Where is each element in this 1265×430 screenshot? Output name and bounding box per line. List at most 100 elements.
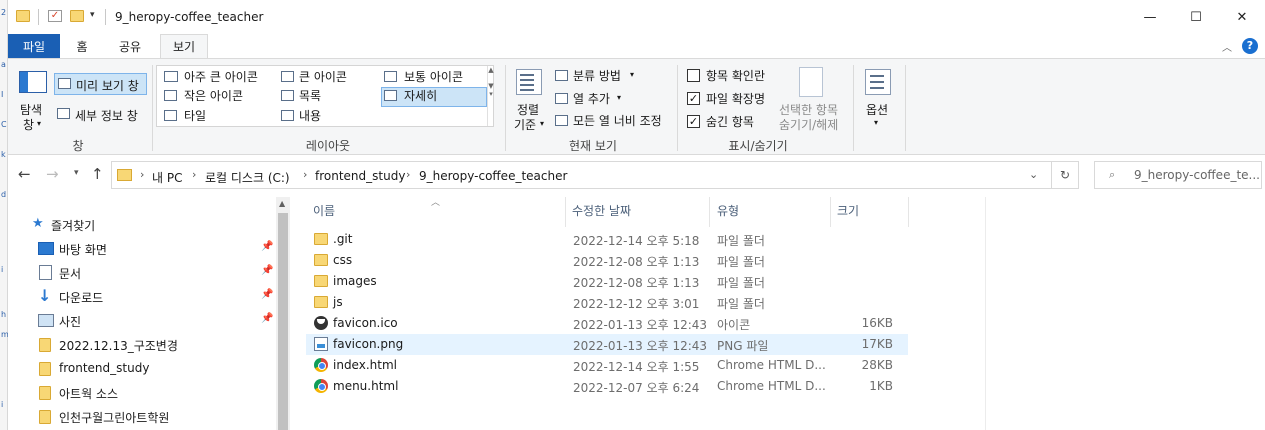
layout-extra-large-icons[interactable]: 아주 큰 아이콘 [184,68,258,85]
sort-by-label-2[interactable]: 기준 [514,116,536,133]
navigation-pane-icon[interactable] [19,71,47,93]
chevron-right-icon[interactable]: › [140,168,144,181]
content-icon [281,110,294,121]
column-header-name[interactable]: 이름 [313,202,335,219]
file-row[interactable]: .git 2022-12-14 오후 5:18 파일 폴더 [306,229,908,250]
nav-pane-scrollbar[interactable]: ▲ [276,197,290,430]
column-header-size[interactable]: 크기 [837,202,859,219]
layout-medium-icons[interactable]: 보통 아이콘 [404,68,463,85]
file-row[interactable]: css 2022-12-08 오후 1:13 파일 폴더 [306,250,908,271]
add-columns-icon [555,93,568,104]
item-checkboxes-checkbox[interactable] [687,69,700,82]
file-row[interactable]: index.html 2022-12-14 오후 1:55 Chrome HTM… [306,355,908,376]
file-extensions-label[interactable]: 파일 확장명 [706,90,765,107]
layout-details[interactable]: 자세히 [404,87,437,104]
options-icon[interactable] [865,69,891,95]
nav-quick-access[interactable]: ★ 즐겨찾기 [8,213,278,237]
chevron-right-icon[interactable]: › [303,168,307,181]
nav-item-downloads[interactable]: ↓ 다운로드 📌 [8,285,278,309]
nav-item-documents[interactable]: 문서 📌 [8,261,278,285]
file-row[interactable]: favicon.ico 2022-01-13 오후 12:43 아이콘 16KB [306,313,908,334]
chevron-right-icon[interactable]: › [406,168,410,181]
chevron-down-icon[interactable]: ▾ [37,119,41,128]
forward-arrow-icon[interactable]: → [46,165,59,183]
column-header-date[interactable]: 수정한 날짜 [572,202,631,219]
pin-icon[interactable]: 📌 [261,313,273,324]
maximize-button[interactable]: ☐ [1173,0,1219,34]
file-row-selected[interactable]: favicon.png 2022-01-13 오후 12:43 PNG 파일 1… [306,334,908,355]
refresh-button[interactable]: ↻ [1051,161,1079,189]
tiles-icon [164,110,177,121]
chevron-right-icon[interactable]: › [192,168,196,181]
options-button[interactable]: 옵션 [866,101,888,118]
file-row[interactable]: images 2022-12-08 오후 1:13 파일 폴더 [306,271,908,292]
hide-selected-label-2[interactable]: 숨기기/해제 [779,116,838,133]
up-arrow-icon[interactable]: ↑ [91,165,104,183]
hidden-items-checkbox[interactable]: ✓ [687,115,700,128]
new-folder-icon[interactable] [70,10,84,22]
properties-icon[interactable]: ✓ [48,10,62,22]
layout-large-icons[interactable]: 큰 아이콘 [299,68,347,85]
help-icon[interactable]: ? [1242,38,1258,54]
pin-icon[interactable]: 📌 [261,241,273,252]
tab-share[interactable]: 공유 [106,34,154,58]
layout-tiles[interactable]: 타일 [184,107,206,124]
navigation-pane-label-2[interactable]: 창 [23,116,34,133]
gallery-scroll[interactable]: ▲ ▼ ▾ [487,66,494,126]
layout-list[interactable]: 목록 [299,87,321,104]
file-size: 17KB [861,337,893,351]
close-button[interactable]: ✕ [1219,0,1265,34]
hide-selected-icon[interactable] [799,67,823,97]
tab-home[interactable]: 홈 [64,34,100,58]
collapse-ribbon-icon[interactable]: ︿ [1222,39,1232,54]
file-name: css [333,253,353,267]
scrollbar-thumb[interactable] [278,213,288,430]
details-pane-button[interactable]: 세부 정보 창 [54,103,147,125]
column-divider[interactable] [565,197,566,227]
nav-item-pictures[interactable]: 사진 📌 [8,309,278,333]
file-name: js [333,295,343,309]
tab-view[interactable]: 보기 [160,34,208,58]
pin-icon[interactable]: 📌 [261,265,273,276]
breadcrumb-local-disk[interactable]: 로컬 디스크 (C:) [205,169,290,186]
column-divider[interactable] [908,197,909,227]
file-row[interactable]: menu.html 2022-12-07 오후 6:24 Chrome HTML… [306,376,908,397]
preview-pane-button[interactable]: 미리 보기 창 [54,73,147,95]
scroll-up-icon[interactable]: ▲ [279,199,285,208]
file-row[interactable]: js 2022-12-12 오후 3:01 파일 폴더 [306,292,908,313]
file-extensions-checkbox[interactable]: ✓ [687,92,700,105]
minimize-button[interactable]: — [1127,0,1173,34]
item-checkboxes-label[interactable]: 항목 확인란 [706,67,765,84]
breadcrumb-current-folder[interactable]: 9_heropy-coffee_teacher [419,169,567,183]
sort-by-icon[interactable] [516,69,542,95]
chevron-down-icon[interactable]: ▾ [617,93,621,102]
nav-item-folder[interactable]: frontend_study [8,357,278,381]
nav-item-folder[interactable]: 인천구월그린아트학원 [8,405,278,429]
search-input[interactable]: ⌕ 9_heropy-coffee_te... [1094,161,1262,189]
tab-file[interactable]: 파일 [8,34,60,58]
chevron-down-icon[interactable]: ▾ [540,119,544,128]
nav-item-folder[interactable]: 아트웍 소스 [8,381,278,405]
nav-item-folder[interactable]: 2022.12.13_구조변경 [8,333,278,357]
group-by-button[interactable]: 분류 방법 [573,67,621,84]
layout-small-icons[interactable]: 작은 아이콘 [184,87,243,104]
layout-content[interactable]: 내용 [299,107,321,124]
breadcrumb-frontend-study[interactable]: frontend_study [315,169,405,183]
nav-item-desktop[interactable]: 바탕 화면 📌 [8,237,278,261]
chevron-down-icon[interactable]: ▾ [630,70,634,79]
column-header-type[interactable]: 유형 [717,202,739,219]
chevron-down-icon[interactable]: ▾ [874,118,878,127]
back-arrow-icon[interactable]: ← [18,165,31,183]
size-columns-icon [555,115,568,126]
address-dropdown-icon[interactable]: ⌄ [1029,168,1038,181]
column-divider[interactable] [830,197,831,227]
size-all-columns-button[interactable]: 모든 열 너비 조정 [573,112,662,129]
pin-icon[interactable]: 📌 [261,289,273,300]
breadcrumb-this-pc[interactable]: 내 PC [152,169,182,186]
customize-toolbar-icon[interactable]: ▾ [90,10,95,20]
add-columns-button[interactable]: 열 추가 [573,90,610,107]
column-divider[interactable] [709,197,710,227]
recent-locations-icon[interactable]: ▾ [74,168,79,178]
address-bar[interactable]: › 내 PC › 로컬 디스크 (C:) › frontend_study › … [111,161,1052,189]
hidden-items-label[interactable]: 숨긴 항목 [706,113,754,130]
